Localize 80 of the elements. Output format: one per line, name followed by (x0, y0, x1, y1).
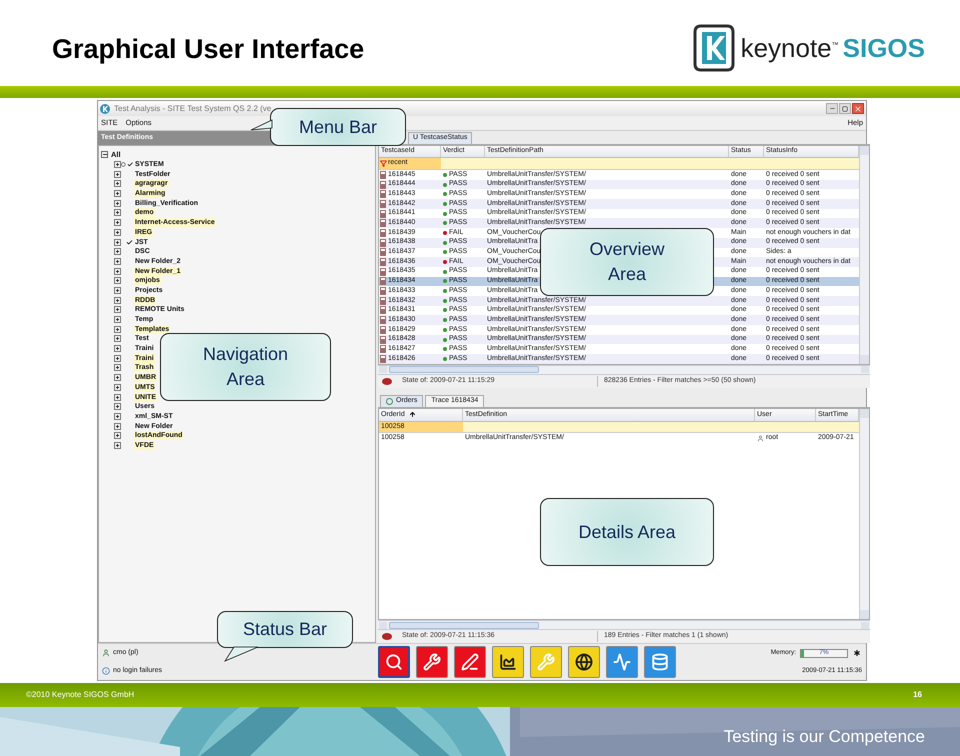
expand-toggle[interactable] (114, 161, 121, 168)
callout-bubble: Navigation Area (160, 333, 331, 401)
tools-button[interactable] (416, 646, 448, 678)
globe-button[interactable] (568, 646, 600, 678)
wrench-icon (423, 653, 441, 671)
logo-icon (692, 24, 735, 72)
database-button[interactable] (644, 646, 676, 678)
expand-toggle[interactable] (114, 412, 121, 420)
pen-icon (461, 653, 479, 671)
expand-toggle[interactable] (114, 219, 121, 226)
search-button[interactable] (378, 646, 410, 678)
expand-toggle[interactable] (114, 200, 121, 207)
expand-toggle[interactable] (114, 190, 121, 198)
close-button[interactable] (852, 103, 864, 114)
expand-toggle[interactable] (114, 180, 121, 188)
filter-icon (380, 160, 387, 167)
expand-toggle[interactable] (114, 277, 121, 284)
close-icon (854, 104, 862, 112)
app-icon (100, 104, 110, 114)
callout-bubble: Status Bar (217, 611, 353, 648)
expand-toggle[interactable] (114, 422, 121, 430)
expand-toggle[interactable] (114, 374, 121, 382)
callout-bubble: Details Area (540, 498, 714, 566)
expand-toggle[interactable] (114, 364, 121, 372)
chart-icon (499, 653, 517, 671)
expand-toggle[interactable] (114, 228, 121, 236)
expand-toggle[interactable] (114, 268, 121, 275)
monitor-button[interactable] (606, 646, 638, 678)
state-icon (382, 633, 392, 640)
horizontal-scrollbar[interactable] (378, 620, 870, 630)
expand-toggle[interactable] (114, 403, 121, 410)
minimize-icon (828, 105, 836, 112)
waveform-icon (613, 653, 631, 671)
wrench-icon (537, 653, 555, 671)
expand-toggle[interactable] (114, 432, 121, 440)
expand-toggle[interactable] (114, 170, 121, 178)
expand-toggle[interactable] (114, 442, 121, 449)
maximize-icon (842, 106, 848, 112)
vertical-scrollbar[interactable] (859, 146, 869, 364)
chart-button[interactable] (492, 646, 524, 678)
copyright-text: ©2010 Keynote SIGOS GmbH (26, 689, 134, 701)
collapse-toggle[interactable] (101, 151, 108, 158)
expand-toggle[interactable] (114, 384, 121, 391)
expand-toggle[interactable] (114, 354, 121, 362)
slide-title: Graphical User Interface (52, 32, 364, 66)
expand-toggle[interactable] (114, 326, 121, 333)
expand-toggle[interactable] (114, 316, 121, 324)
callout-bubble: Overview Area (540, 228, 714, 296)
expand-toggle[interactable] (114, 248, 121, 256)
edit-button[interactable] (454, 646, 486, 678)
maximize-button[interactable] (839, 103, 851, 114)
expand-toggle[interactable] (114, 296, 121, 304)
expand-toggle[interactable] (114, 286, 121, 294)
logo-brand: SIGOS (842, 35, 925, 61)
expand-toggle[interactable] (114, 335, 121, 342)
search-icon (385, 653, 403, 671)
expand-toggle[interactable] (114, 238, 121, 246)
page-number: 16 (913, 689, 922, 701)
database-icon (651, 653, 669, 671)
orders-icon (386, 398, 393, 405)
vertical-scrollbar[interactable] (859, 408, 869, 619)
callout-bubble: Menu Bar (270, 108, 406, 146)
user-icon (102, 649, 110, 657)
expand-toggle[interactable] (114, 394, 121, 401)
slogan-text: Testing is our Competence (724, 726, 925, 748)
window-title: Test Analysis - SITE Test System QS 2.2 (ve (114, 102, 272, 114)
globe-icon (575, 653, 593, 671)
callout-pointer (250, 117, 274, 131)
horizontal-scrollbar[interactable] (378, 364, 870, 375)
expand-toggle[interactable] (114, 306, 121, 314)
user-icon (757, 434, 764, 442)
tools-button[interactable] (530, 646, 562, 678)
expand-toggle[interactable] (114, 258, 121, 265)
expand-toggle[interactable] (114, 209, 121, 216)
logo-word: keynote (740, 35, 832, 61)
expand-toggle[interactable] (114, 345, 121, 352)
state-icon (382, 378, 392, 385)
asterisk-icon[interactable] (852, 648, 862, 658)
callout-pointer (224, 646, 260, 662)
info-icon (102, 667, 110, 675)
